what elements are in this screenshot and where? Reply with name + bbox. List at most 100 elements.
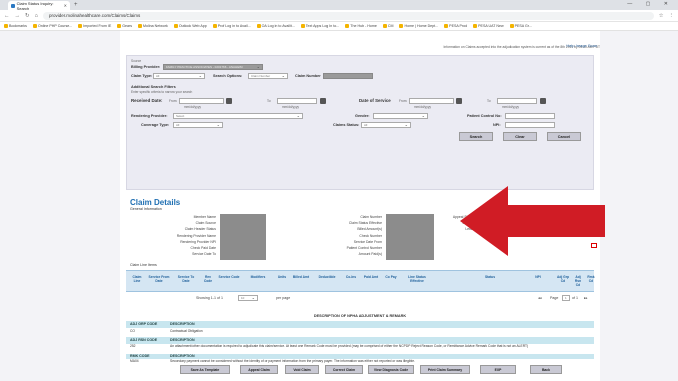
column-header[interactable]: Service From Date xyxy=(147,275,171,283)
bookmark-item[interactable]: Gears xyxy=(117,24,132,28)
claim-type-select[interactable]: All xyxy=(153,73,205,79)
action-button[interactable]: Save As Template xyxy=(180,365,230,374)
home-icon[interactable]: ⌂ xyxy=(35,13,38,19)
window-controls[interactable]: — ▢ ✕ xyxy=(627,1,674,7)
calendar-icon[interactable] xyxy=(540,98,546,104)
source-label: Source xyxy=(131,59,142,63)
column-header[interactable]: Status xyxy=(460,275,520,279)
search-panel: Source Billing Provider: FAMILY PRACTICE… xyxy=(126,55,594,190)
action-button[interactable]: Appeal Claim xyxy=(240,365,278,374)
action-button[interactable]: Void Claim xyxy=(285,365,319,374)
column-header[interactable]: Adj Rsn Cd xyxy=(573,275,583,287)
bookmark-item[interactable]: PESA Gr... xyxy=(509,24,532,28)
page-input[interactable]: 1 xyxy=(562,295,570,301)
detail-label: Claim Header Status xyxy=(184,227,216,232)
column-header[interactable]: NPI xyxy=(523,275,553,279)
star-icon[interactable]: ☆ xyxy=(659,13,664,19)
date-format-hint: mm/dd/yyyy xyxy=(184,105,202,109)
bookmark-label: Text Apps Log In to... xyxy=(305,24,340,28)
calendar-icon[interactable] xyxy=(456,98,462,104)
column-header[interactable]: Rmk Cd xyxy=(586,275,596,283)
cancel-button[interactable]: Cancel xyxy=(547,132,581,141)
calendar-icon[interactable] xyxy=(226,98,232,104)
npi-input[interactable] xyxy=(505,122,555,128)
bookmark-item[interactable]: The Hub - Home xyxy=(345,24,377,28)
general-info-label: General Information xyxy=(130,207,162,211)
per-page-select[interactable]: 10 xyxy=(238,295,258,301)
received-to-input[interactable] xyxy=(277,98,317,104)
bookmark-item[interactable]: PESA Prod xyxy=(444,24,467,28)
column-header[interactable]: Adj Grp Cd xyxy=(556,275,570,283)
action-button[interactable]: Correct Claim xyxy=(325,365,363,374)
adj-rsn-code: 252 xyxy=(130,344,136,348)
column-header[interactable]: Modifiers xyxy=(243,275,273,279)
bookmark-item[interactable]: Imported From IE xyxy=(78,24,111,28)
action-button[interactable]: Back xyxy=(530,365,562,374)
browser-tab[interactable]: Claim Status Inquiry: Search ✕ xyxy=(8,1,70,11)
column-header[interactable]: Billed Amt xyxy=(291,275,311,279)
bookmark-label: Prof Log in to Avail... xyxy=(217,24,251,28)
action-button[interactable]: View Diagnosis Code xyxy=(368,365,414,374)
page-prev-icon[interactable]: ◂◂ xyxy=(538,296,542,300)
claim-lines-table-header: Claim Line Service From Date Service To Da… xyxy=(126,270,596,292)
bookmark-item[interactable]: OA Log in to Availit... xyxy=(256,24,295,28)
action-button[interactable]: Print Claim Summary xyxy=(420,365,470,374)
redacted-block xyxy=(220,214,266,260)
dos-to-input[interactable] xyxy=(497,98,537,104)
bookmark-item[interactable]: Outlook Web App xyxy=(173,24,207,28)
bookmark-item[interactable]: Prof Log in to Avail... xyxy=(212,24,251,28)
bookmark-item[interactable]: Bookmarks xyxy=(4,24,27,28)
help-link[interactable]: Help Image Scan xyxy=(566,43,597,48)
reload-icon[interactable]: ↻ xyxy=(25,13,30,19)
adj-rsn-row: 252 An attachment/other documentation is … xyxy=(126,344,594,353)
search-options-select[interactable]: Claim Number xyxy=(248,73,288,79)
column-header[interactable]: Paid Amt xyxy=(362,275,380,279)
column-header[interactable]: Units xyxy=(276,275,288,279)
calendar-icon[interactable] xyxy=(320,98,326,104)
billing-provider-select[interactable]: FAMILY PRACTICE ASSOCIATES - 0201766 - A… xyxy=(163,64,263,70)
column-header[interactable]: Co-Ins xyxy=(343,275,359,279)
bookmark-icon xyxy=(173,24,178,28)
column-header[interactable]: Line Status Effective xyxy=(402,275,432,283)
claims-status-select[interactable]: All xyxy=(361,122,411,128)
column-header[interactable]: Deductible xyxy=(314,275,340,279)
bookmark-item[interactable]: Text Apps Log In to... xyxy=(300,24,340,28)
adj-grp-desc-header: DESCRIPTION xyxy=(170,322,195,326)
forward-icon[interactable]: → xyxy=(15,13,21,19)
rendering-provider-select[interactable]: Select xyxy=(173,113,303,119)
bookmark-item[interactable]: PESA UAT New xyxy=(473,24,504,28)
column-header[interactable]: Co Pay xyxy=(383,275,399,279)
column-header[interactable]: Service Code xyxy=(218,275,240,279)
column-header[interactable]: Service To Date xyxy=(174,275,198,283)
action-button[interactable]: EXP xyxy=(480,365,516,374)
bookmark-item[interactable]: Online PHP Course... xyxy=(32,24,72,28)
received-from-input[interactable] xyxy=(179,98,224,104)
menu-icon[interactable]: ⋮ xyxy=(669,13,675,19)
page-next-icon[interactable]: ▸▸ xyxy=(584,296,588,300)
claim-type-label: Claim Type: xyxy=(131,74,153,78)
detail-label: Rendering Provider NPI xyxy=(180,239,216,244)
patient-control-input[interactable] xyxy=(505,113,555,119)
clear-button[interactable]: Clear xyxy=(503,132,537,141)
close-tab-icon[interactable]: ✕ xyxy=(64,3,67,8)
gender-select[interactable] xyxy=(373,113,428,119)
bookmark-label: PESA Gr... xyxy=(514,24,532,28)
back-icon[interactable]: ← xyxy=(4,13,10,19)
adj-rsn-desc: An attachment/other documentation is req… xyxy=(170,344,529,348)
bookmark-icon xyxy=(32,24,37,28)
coverage-type-select[interactable]: All xyxy=(173,122,223,128)
url-field[interactable]: provider.molinahealthcare.com/Claims/Cla… xyxy=(42,11,654,20)
bookmark-icon xyxy=(300,24,305,28)
dos-from-input[interactable] xyxy=(409,98,454,104)
bookmark-label: Outlook Web App xyxy=(178,24,207,28)
column-header[interactable]: Rev Code xyxy=(201,275,215,283)
bookmark-item[interactable]: CM xyxy=(382,24,393,28)
new-tab-icon[interactable]: + xyxy=(74,1,78,10)
claim-number-input[interactable] xyxy=(323,73,373,79)
bookmark-item[interactable]: Molina Network xyxy=(138,24,168,28)
search-button[interactable]: Search xyxy=(459,132,493,141)
adj-rsn-desc-header: DESCRIPTION xyxy=(170,338,195,342)
column-header[interactable]: Claim Line xyxy=(130,275,144,283)
bookmark-icon xyxy=(399,24,404,28)
bookmark-item[interactable]: Home | Home Dept... xyxy=(399,24,438,28)
